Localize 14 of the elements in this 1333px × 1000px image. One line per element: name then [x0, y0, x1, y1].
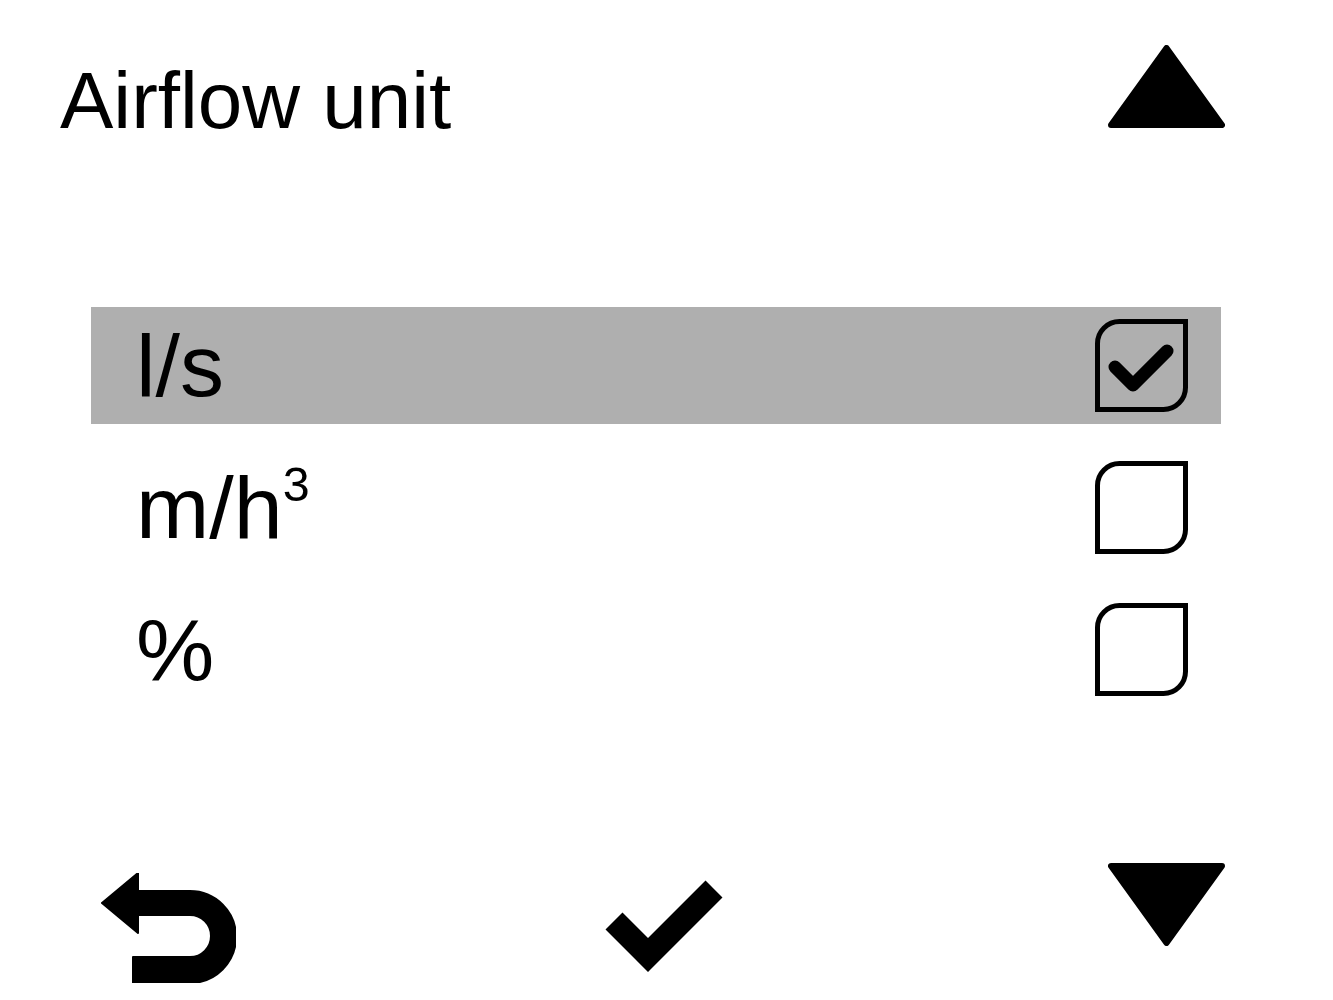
option-row[interactable]: l/s [91, 307, 1221, 424]
checkbox[interactable] [1095, 461, 1188, 554]
down-triangle-icon [1108, 863, 1225, 946]
option-label: l/s [136, 321, 224, 410]
option-label: m/h$^{3}$ [136, 463, 310, 552]
screen-title: Airflow unit [60, 61, 452, 141]
up-triangle-icon [1108, 45, 1225, 128]
checkbox[interactable] [1095, 319, 1188, 412]
checkbox[interactable] [1095, 603, 1188, 696]
back-button[interactable] [100, 873, 236, 983]
back-arrow-icon [100, 873, 236, 983]
option-label: % [136, 605, 215, 694]
scroll-up-button[interactable] [1108, 45, 1225, 128]
scroll-down-button[interactable] [1108, 863, 1225, 946]
